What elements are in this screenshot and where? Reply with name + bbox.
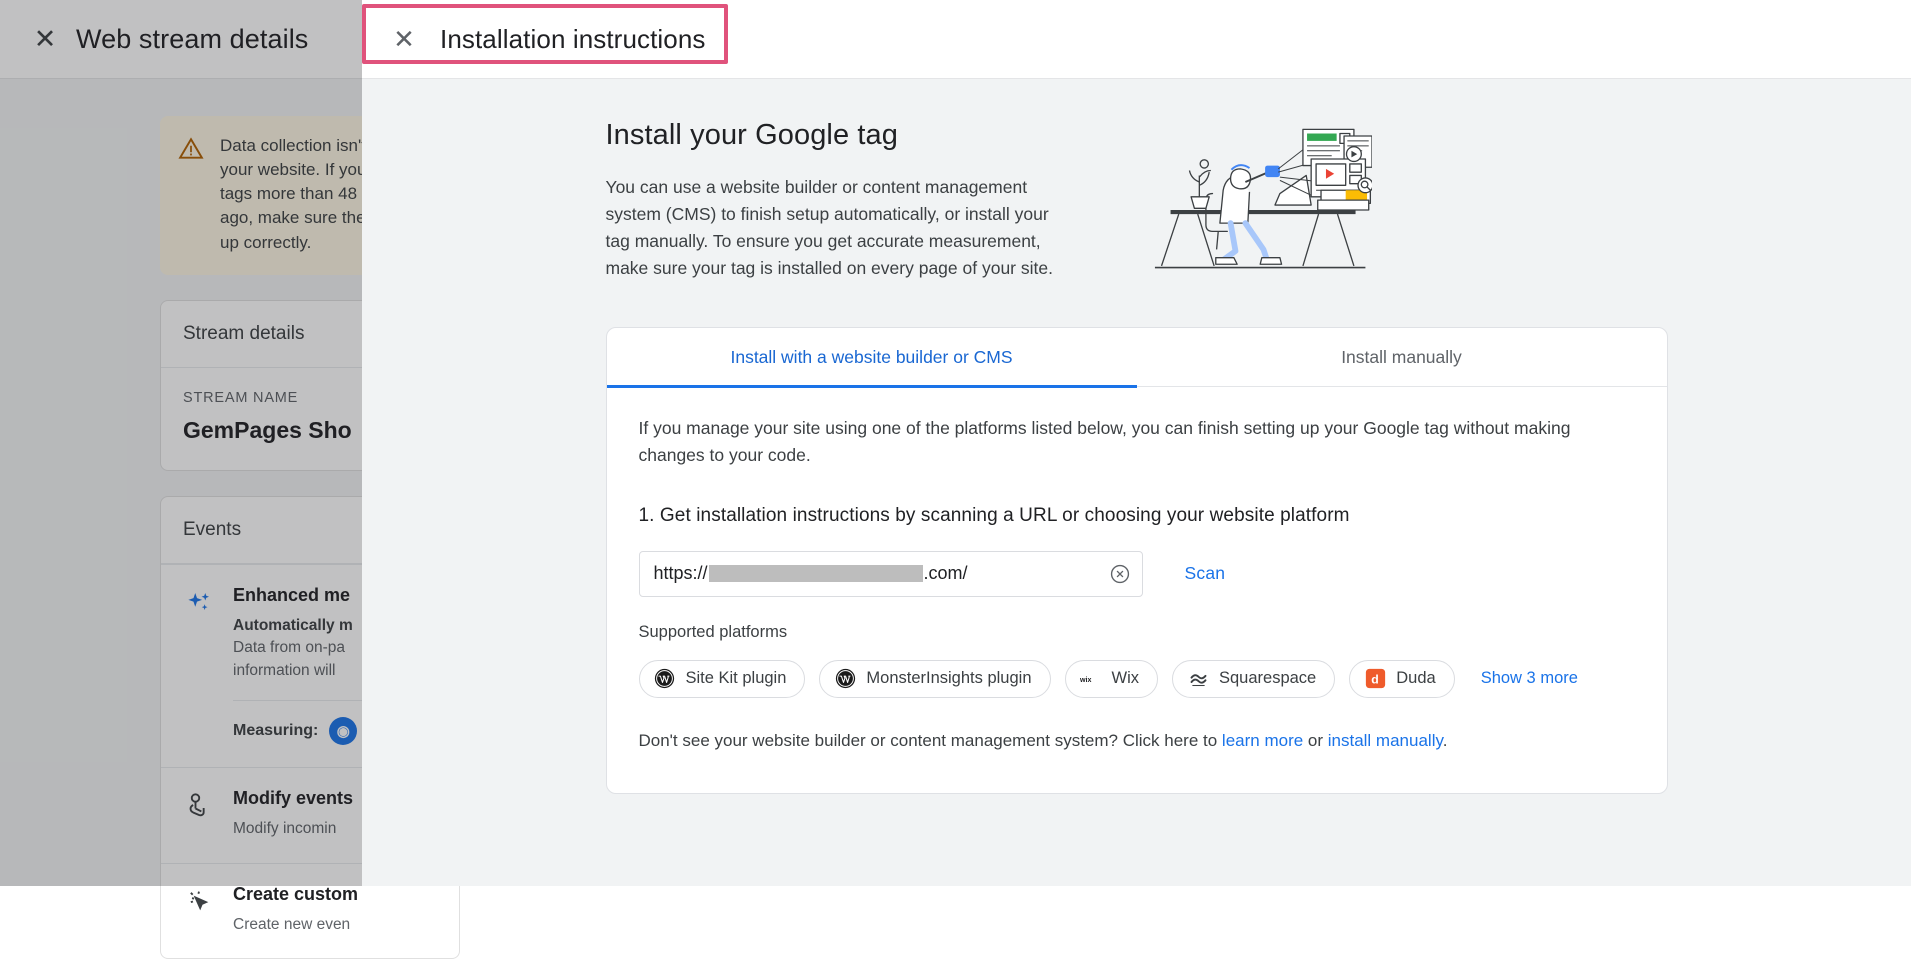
svg-text:d: d: [1371, 673, 1378, 687]
hero-section: Install your Google tag You can use a we…: [606, 107, 1668, 283]
row-sub: Create new even: [233, 915, 351, 933]
tab-install-with-cms[interactable]: Install with a website builder or CMS: [606, 328, 1137, 388]
platform-chip-squarespace[interactable]: Squarespace: [1172, 659, 1336, 698]
url-prefix: https://: [653, 563, 708, 584]
create-event-icon: [183, 884, 215, 936]
show-more-platforms-button[interactable]: Show 3 more: [1481, 669, 1578, 688]
redacted-domain: [708, 565, 923, 583]
svg-text:wix: wix: [1080, 676, 1092, 684]
overlay-body: Install your Google tag You can use a we…: [362, 79, 1911, 886]
step-1-heading: 1. Get installation instructions by scan…: [638, 504, 1350, 526]
person-at-desk-illustration: [1150, 117, 1373, 280]
overlay-header: ✕ Installation instructions: [362, 0, 1911, 79]
tab-label: Install with a website builder or CMS: [730, 346, 1013, 367]
close-icon[interactable]: ✕: [384, 26, 424, 52]
website-url-input[interactable]: https:// .com/: [638, 550, 1143, 597]
platform-chip-monsterinsights-plugin[interactable]: MonsterInsights plugin: [819, 659, 1051, 698]
platform-label: Duda: [1396, 669, 1436, 688]
footer-prefix: Don't see your website builder or conten…: [638, 730, 1222, 750]
clear-circle-icon[interactable]: [1106, 560, 1134, 588]
wix-icon: wix: [1080, 668, 1102, 690]
install-manually-link[interactable]: install manually: [1328, 731, 1443, 750]
hero-text: Install your Google tag You can use a we…: [606, 115, 1106, 283]
row-title: Create custom: [233, 883, 359, 904]
supported-platforms-label: Supported platforms: [638, 622, 788, 641]
url-suffix: .com/: [923, 563, 968, 584]
duda-icon: d: [1364, 668, 1386, 690]
installation-card: Install with a website builder or CMS In…: [605, 326, 1668, 795]
learn-more-link[interactable]: learn more: [1222, 731, 1303, 750]
url-scan-row: https:// .com/ Scan: [638, 550, 1635, 597]
modal-scrim-top[interactable]: [0, 0, 362, 79]
footer-paragraph: Don't see your website builder or conten…: [639, 728, 1635, 754]
installation-card-body: If you manage your site using one of the…: [607, 387, 1667, 794]
squarespace-icon: [1187, 668, 1209, 690]
tab-install-manually[interactable]: Install manually: [1137, 328, 1667, 387]
platform-chip-duda[interactable]: d Duda: [1349, 659, 1455, 698]
platform-chip-wix[interactable]: wix Wix: [1064, 659, 1158, 698]
platform-label: Squarespace: [1219, 669, 1317, 688]
hero-heading: Install your Google tag: [605, 119, 898, 151]
installation-instructions-panel: ✕ Installation instructions Install your…: [362, 0, 1911, 886]
tab-label: Install manually: [1341, 346, 1462, 367]
platform-label: MonsterInsights plugin: [866, 669, 1032, 688]
wordpress-icon: [654, 668, 676, 690]
overlay-title: Installation instructions: [440, 23, 706, 54]
platform-chip-site-kit-plugin[interactable]: Site Kit plugin: [638, 659, 806, 698]
footer-suffix: .: [1442, 730, 1448, 750]
intro-paragraph: If you manage your site using one of the…: [638, 417, 1571, 465]
footer-middle: or: [1303, 730, 1328, 750]
scan-button[interactable]: Scan: [1175, 555, 1236, 592]
installation-tabs: Install with a website builder or CMS In…: [606, 328, 1667, 388]
wordpress-icon: [834, 668, 856, 690]
supported-platforms-list: Site Kit plugin MonsterInsights plugin w…: [638, 659, 1635, 698]
url-value: https:// .com/: [654, 563, 1106, 584]
hero-paragraph: You can use a website builder or content…: [605, 177, 1053, 279]
platform-label: Wix: [1111, 669, 1140, 688]
platform-label: Site Kit plugin: [685, 669, 787, 688]
